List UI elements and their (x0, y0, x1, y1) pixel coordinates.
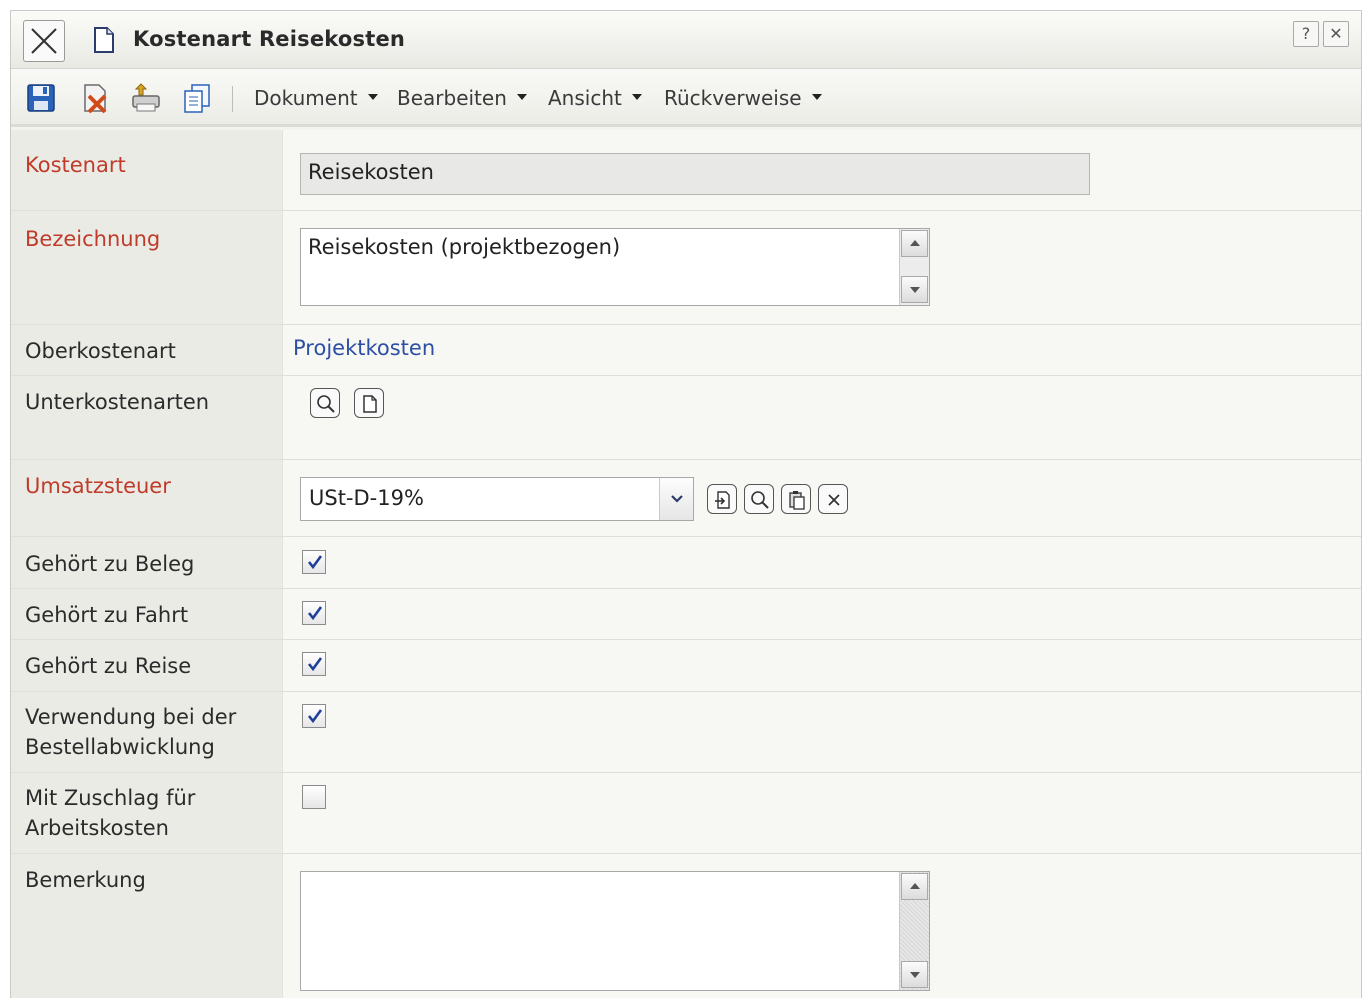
gehoert-fahrt-checkbox[interactable] (302, 601, 326, 625)
menu-bearbeiten-label: Bearbeiten (397, 86, 507, 110)
label-bezeichnung: Bezeichnung (25, 227, 161, 251)
delete-document-icon (84, 84, 107, 114)
menu-ansicht[interactable]: Ansicht (548, 86, 642, 110)
search-button[interactable] (310, 388, 340, 418)
gehoert-beleg-checkbox[interactable] (302, 550, 326, 574)
print-button[interactable] (130, 82, 162, 114)
label-unterkostenarten: Unterkostenarten (25, 390, 210, 414)
bezeichnung-scrollbar[interactable] (899, 229, 929, 305)
row-kostenart: Kostenart Reisekosten (11, 130, 1361, 211)
kostenart-field[interactable]: Reisekosten (300, 153, 1090, 195)
clear-button[interactable] (818, 484, 848, 514)
label-verwendung: Verwendung bei der Bestellabwicklung (25, 702, 236, 762)
close-document-button[interactable] (23, 20, 65, 62)
scroll-up-button[interactable] (901, 873, 928, 900)
checkmark-icon (307, 606, 323, 621)
label-gehoert-fahrt: Gehört zu Fahrt (25, 603, 189, 627)
help-icon: ? (1301, 24, 1311, 43)
search-icon (751, 491, 769, 509)
close-window-button[interactable]: ✕ (1323, 21, 1349, 47)
new-document-button[interactable] (354, 388, 384, 418)
bezeichnung-text: Reisekosten (projektbezogen) (308, 235, 621, 259)
umsatzsteuer-select[interactable]: USt-D-19% (300, 477, 694, 521)
row-gehoert-reise: Gehört zu Reise (11, 640, 1361, 692)
label-zuschlag-line2: Arbeitskosten (25, 816, 169, 840)
save-icon (27, 84, 55, 112)
checkmark-icon (307, 709, 323, 724)
label-kostenart: Kostenart (25, 153, 126, 177)
window-title: Kostenart Reisekosten (133, 27, 406, 51)
bezeichnung-textarea[interactable]: Reisekosten (projektbezogen) (300, 228, 930, 306)
toolbar: Dokument Bearbeiten Ansicht Rückverweise (11, 69, 1361, 127)
label-verwendung-line1: Verwendung bei der (25, 705, 237, 729)
menu-dokument[interactable]: Dokument (254, 86, 378, 110)
row-verwendung: Verwendung bei der Bestellabwicklung (11, 692, 1361, 773)
bemerkung-scrollbar[interactable] (899, 872, 929, 990)
caret-down-icon (631, 93, 642, 100)
caret-down-icon (516, 93, 527, 100)
row-bezeichnung: Bezeichnung Reisekosten (projektbezogen) (11, 211, 1361, 325)
chevron-down-icon (671, 495, 683, 503)
row-zuschlag: Mit Zuschlag für Arbeitskosten (11, 773, 1361, 854)
label-oberkostenart: Oberkostenart (25, 339, 176, 363)
checkmark-icon (307, 555, 323, 570)
caret-down-icon (367, 93, 378, 100)
row-gehoert-beleg: Gehört zu Beleg (11, 537, 1361, 589)
paste-icon (789, 491, 805, 510)
new-document-icon (363, 395, 377, 413)
document-window: Kostenart Reisekosten ? ✕ Dokument Bearb… (10, 10, 1362, 998)
bemerkung-textarea[interactable] (300, 871, 930, 991)
menu-rueckverweise[interactable]: Rückverweise (664, 86, 822, 110)
menu-bearbeiten[interactable]: Bearbeiten (397, 86, 527, 110)
menu-ansicht-label: Ansicht (548, 86, 622, 110)
label-umsatzsteuer: Umsatzsteuer (25, 474, 171, 498)
delete-document-button[interactable] (79, 82, 111, 114)
menu-rueckverweise-label: Rückverweise (664, 86, 802, 110)
search-button[interactable] (744, 484, 774, 514)
copy-button[interactable] (181, 82, 213, 114)
print-icon (132, 83, 160, 112)
verwendung-checkbox[interactable] (302, 704, 326, 728)
open-document-icon (715, 491, 730, 509)
search-icon (317, 395, 335, 413)
row-bemerkung: Bemerkung (11, 854, 1361, 998)
dropdown-button[interactable] (659, 478, 693, 520)
row-oberkostenart: Oberkostenart Projektkosten (11, 325, 1361, 376)
close-icon (31, 28, 57, 54)
label-zuschlag: Mit Zuschlag für Arbeitskosten (25, 783, 195, 843)
form: Kostenart Reisekosten Bezeichnung Reisek… (11, 130, 1361, 998)
help-button[interactable]: ? (1293, 21, 1319, 47)
row-gehoert-fahrt: Gehört zu Fahrt (11, 589, 1361, 640)
document-icon (94, 27, 114, 53)
menu-dokument-label: Dokument (254, 86, 358, 110)
label-verwendung-line2: Bestellabwicklung (25, 735, 215, 759)
scroll-up-button[interactable] (901, 230, 928, 257)
label-gehoert-reise: Gehört zu Reise (25, 654, 192, 678)
row-umsatzsteuer: Umsatzsteuer USt-D-19% (11, 460, 1361, 537)
label-gehoert-beleg: Gehört zu Beleg (25, 552, 195, 576)
paste-button[interactable] (781, 484, 811, 514)
scroll-down-button[interactable] (901, 961, 928, 988)
gehoert-reise-checkbox[interactable] (302, 652, 326, 676)
checkmark-icon (307, 657, 323, 672)
zuschlag-checkbox[interactable] (302, 785, 326, 809)
title-bar: Kostenart Reisekosten ? ✕ (11, 11, 1361, 69)
close-icon (828, 494, 840, 506)
row-unterkostenarten: Unterkostenarten (11, 376, 1361, 460)
umsatzsteuer-value: USt-D-19% (309, 486, 424, 510)
oberkostenart-link[interactable]: Projektkosten (293, 336, 435, 360)
scroll-down-button[interactable] (901, 276, 928, 303)
close-icon: ✕ (1329, 24, 1343, 43)
label-zuschlag-line1: Mit Zuschlag für (25, 786, 196, 810)
caret-down-icon (811, 93, 822, 100)
copy-icon (184, 84, 210, 113)
open-button[interactable] (707, 484, 737, 514)
toolbar-separator (232, 86, 233, 112)
label-bemerkung: Bemerkung (25, 868, 146, 892)
save-button[interactable] (25, 82, 57, 114)
